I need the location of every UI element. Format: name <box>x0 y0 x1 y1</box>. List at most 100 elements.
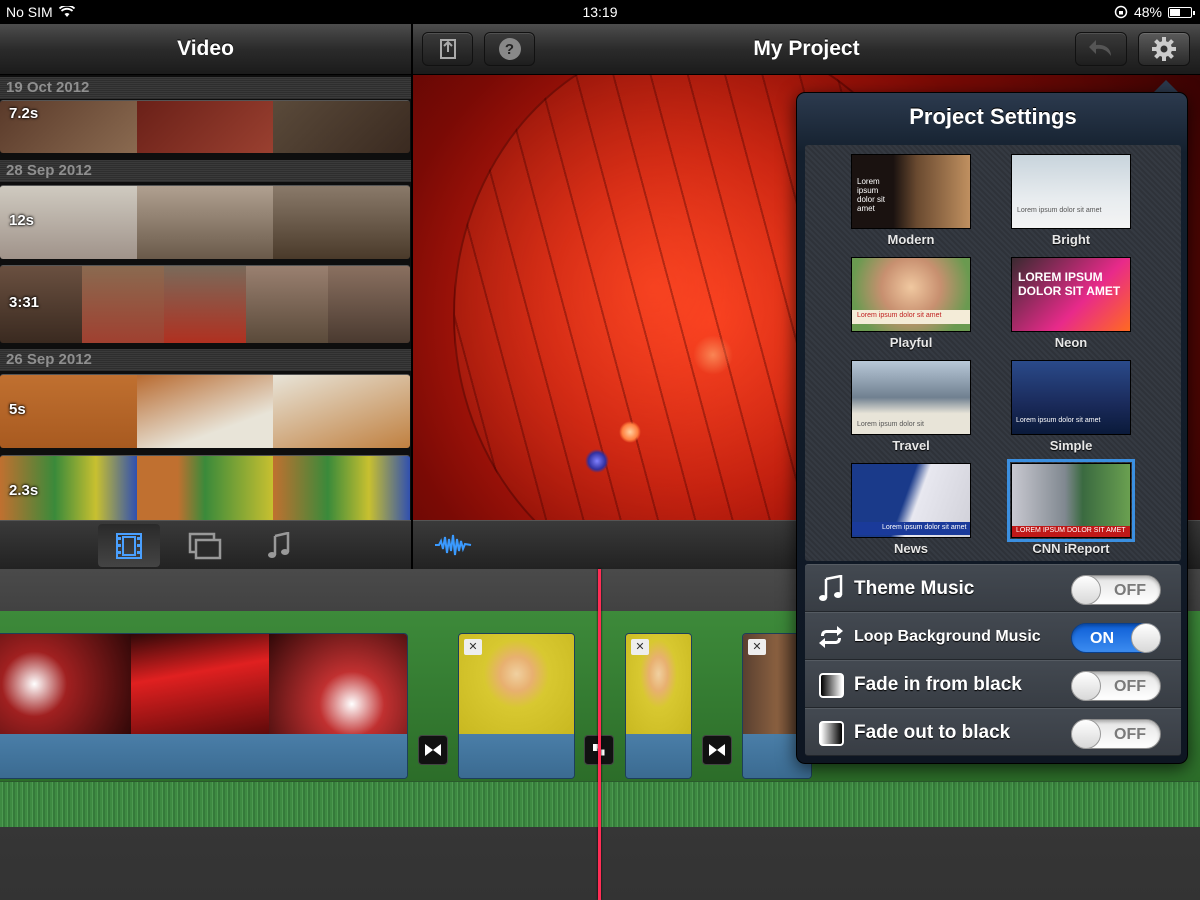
theme-caption: Lorem ipsum dolor sit amet <box>857 177 886 213</box>
theme-name: Modern <box>887 232 935 247</box>
audio-waveform-button[interactable] <box>433 533 473 562</box>
theme-caption: LOREM IPSUM DOLOR SIT AMET <box>1012 526 1130 537</box>
theme-cnn-ireport[interactable]: LOREM IPSUM DOLOR SIT AMET CNN iReport <box>990 454 1150 557</box>
theme-music-row: Theme Music OFF <box>805 564 1181 612</box>
theme-caption: Lorem ipsum dolor sit amet <box>852 310 970 324</box>
mute-icon[interactable]: ✕ <box>631 639 649 655</box>
lens-flare <box>693 335 733 375</box>
film-icon <box>116 532 142 559</box>
undo-button[interactable] <box>1075 32 1127 66</box>
theme-thumbnail: Lorem ipsum dolor sit amet <box>851 154 971 229</box>
theme-name: Neon <box>1054 335 1088 350</box>
theme-grid: Lorem ipsum dolor sit amet Modern Lorem … <box>805 145 1181 561</box>
toggle-knob <box>1131 623 1161 653</box>
gear-icon <box>1152 37 1176 61</box>
theme-music-toggle[interactable]: OFF <box>1071 575 1161 605</box>
fade-in-toggle[interactable]: OFF <box>1071 671 1161 701</box>
library-clip[interactable]: 2.3s <box>0 455 410 520</box>
music-note-icon <box>819 575 843 601</box>
theme-caption: Lorem ipsum dolor sit amet <box>1017 207 1102 214</box>
timeline-clip[interactable]: ✕ <box>625 633 692 779</box>
theme-simple[interactable]: Lorem ipsum dolor sit amet Simple <box>990 351 1150 454</box>
timeline-clip[interactable]: ✕ <box>458 633 575 779</box>
clip-duration: 5s <box>9 401 26 418</box>
photos-tab-button[interactable] <box>174 524 236 567</box>
transition-button[interactable] <box>418 735 448 765</box>
theme-caption: LOREM IPSUM DOLOR SIT AMET <box>1018 270 1121 298</box>
theme-name: Bright <box>1051 232 1091 247</box>
library-clip[interactable]: 7.2s <box>0 100 410 153</box>
theme-bright[interactable]: Lorem ipsum dolor sit amet Bright <box>990 145 1150 248</box>
settings-button[interactable] <box>1138 32 1190 66</box>
theme-name: Playful <box>889 335 933 350</box>
date-header: 19 Oct 2012 <box>0 77 411 99</box>
toggle-state: ON <box>1090 630 1114 647</box>
waveform-icon <box>435 534 472 556</box>
loop-icon <box>819 626 843 648</box>
theme-name: Travel <box>892 438 930 453</box>
clip-duration: 3:31 <box>9 294 40 311</box>
theme-caption: Lorem ipsum dolor sit amet <box>1016 417 1101 424</box>
status-bar: No SIM 13:19 48% <box>0 0 1200 24</box>
clock: 13:19 <box>582 4 618 20</box>
fade-out-row: Fade out to black OFF <box>805 708 1181 756</box>
library-toolbar <box>0 520 411 569</box>
mute-icon[interactable]: ✕ <box>748 639 766 655</box>
theme-caption: Lorem ipsum dolor sit <box>857 421 924 428</box>
toggle-knob <box>1071 671 1101 701</box>
media-library[interactable]: 19 Oct 2012 7.2s 28 Sep 2012 12s 3:31 26… <box>0 75 411 520</box>
library-clip[interactable]: 5s <box>0 374 410 448</box>
toggle-state: OFF <box>1114 726 1146 743</box>
project-settings-popover: Project Settings Lorem ipsum dolor sit a… <box>796 92 1188 764</box>
loop-music-toggle[interactable]: ON <box>1071 623 1161 653</box>
row-icon <box>817 623 845 651</box>
theme-modern[interactable]: Lorem ipsum dolor sit amet Modern <box>830 145 990 248</box>
fade-in-row: Fade in from black OFF <box>805 660 1181 708</box>
library-title: Video <box>177 37 234 60</box>
lens-flare <box>585 449 609 473</box>
theme-caption: Lorem ipsum dolor sit amet <box>852 522 970 535</box>
theme-name: Simple <box>1049 438 1093 453</box>
fade-out-icon <box>818 720 844 746</box>
rotation-lock-icon <box>1114 5 1128 19</box>
fade-in-label: Fade in from black <box>854 674 1022 695</box>
theme-name: News <box>894 541 928 556</box>
toggle-state: OFF <box>1114 678 1146 695</box>
transition-button[interactable] <box>702 735 732 765</box>
toggle-state: OFF <box>1114 582 1146 599</box>
battery-fill <box>1170 8 1180 16</box>
fade-in-icon <box>818 672 844 698</box>
date-header: 28 Sep 2012 <box>0 160 411 182</box>
theme-thumbnail: LOREM IPSUM DOLOR SIT AMET <box>1007 459 1135 542</box>
theme-thumbnail: Lorem ipsum dolor sit amet <box>1011 360 1131 435</box>
theme-music-label: Theme Music <box>854 578 975 599</box>
theme-news[interactable]: Lorem ipsum dolor sit amet News <box>830 454 990 557</box>
theme-thumbnail: Lorem ipsum dolor sit amet <box>1011 154 1131 229</box>
mute-icon[interactable]: ✕ <box>464 639 482 655</box>
library-header: Video <box>0 24 411 75</box>
theme-playful[interactable]: Lorem ipsum dolor sit amet Playful <box>830 248 990 351</box>
music-note-icon <box>268 531 290 558</box>
popover-title: Project Settings <box>909 104 1077 129</box>
video-tab-button[interactable] <box>98 524 160 567</box>
theme-thumbnail: Lorem ipsum dolor sit amet <box>851 463 971 538</box>
theme-thumbnail: LOREM IPSUM DOLOR SIT AMET <box>1011 257 1131 332</box>
status-right: 48% <box>1114 4 1195 20</box>
theme-travel[interactable]: Lorem ipsum dolor sit Travel <box>830 351 990 454</box>
theme-neon[interactable]: LOREM IPSUM DOLOR SIT AMET Neon <box>990 248 1150 351</box>
toggle-knob <box>1071 719 1101 749</box>
library-clip[interactable]: 12s <box>0 185 410 259</box>
audio-tab-button[interactable] <box>248 524 310 567</box>
playhead[interactable] <box>598 569 601 900</box>
library-clip[interactable]: 3:31 <box>0 265 410 343</box>
fade-out-label: Fade out to black <box>854 722 1011 743</box>
toggle-knob <box>1071 575 1101 605</box>
row-icon <box>817 575 845 603</box>
timeline-clip[interactable] <box>0 633 408 779</box>
crossfade-icon <box>709 744 725 756</box>
theme-name: CNN iReport <box>1032 541 1110 556</box>
fade-out-toggle[interactable]: OFF <box>1071 719 1161 749</box>
theme-thumbnail: Lorem ipsum dolor sit <box>851 360 971 435</box>
photos-icon <box>188 532 222 559</box>
clip-duration: 12s <box>9 212 35 229</box>
